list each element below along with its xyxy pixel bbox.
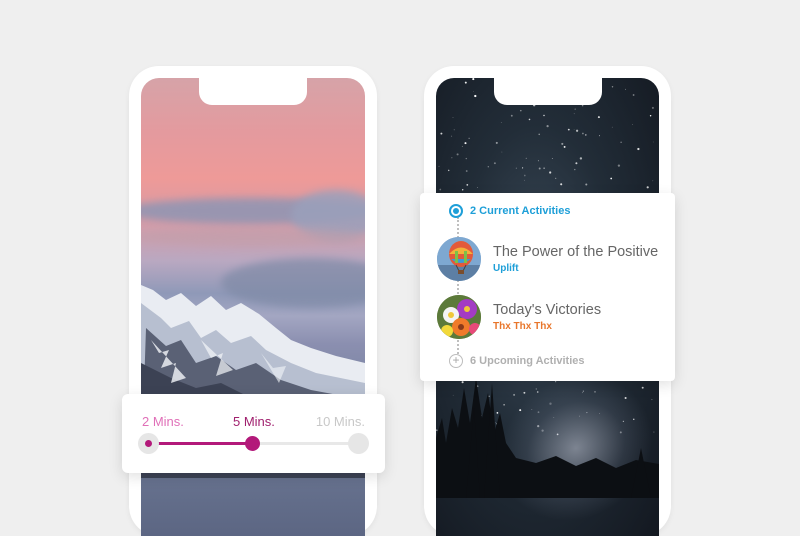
slider-knob[interactable] xyxy=(245,436,260,451)
activities-card: 2 Current Activities The Power of the Po… xyxy=(420,193,675,381)
current-activities-label: 2 Current Activities xyxy=(470,205,571,217)
flowers-thumbnail xyxy=(437,295,481,339)
slider-stop-end[interactable] xyxy=(348,433,369,454)
plus-circle-icon: + xyxy=(449,354,463,368)
activity-title: Today's Victories xyxy=(493,301,602,318)
duration-option-5[interactable]: 5 Mins. xyxy=(233,414,275,429)
activity-title: The Power of the Positive xyxy=(493,243,659,260)
slider-track-fill xyxy=(148,442,256,445)
activity-subtitle: Uplift xyxy=(493,262,519,274)
activity-subtitle: Thx Thx Thx xyxy=(493,320,552,332)
duration-option-2[interactable]: 2 Mins. xyxy=(142,414,184,429)
upcoming-activities-row[interactable]: + 6 Upcoming Activities xyxy=(449,354,585,368)
phone-notch xyxy=(199,78,307,105)
duration-slider[interactable]: 2 Mins. 5 Mins. 10 Mins. xyxy=(122,394,385,473)
current-activities-header[interactable]: 2 Current Activities xyxy=(449,204,570,218)
balloon-thumbnail xyxy=(437,237,481,281)
slider-stop-dot xyxy=(145,440,152,447)
duration-option-10[interactable]: 10 Mins. xyxy=(316,414,365,429)
upcoming-activities-label: 6 Upcoming Activities xyxy=(470,355,585,367)
activity-item[interactable]: The Power of the Positive Uplift xyxy=(437,237,658,281)
activity-item[interactable]: Today's Victories Thx Thx Thx xyxy=(437,295,601,339)
current-ring-icon xyxy=(449,204,463,218)
phone-notch xyxy=(493,78,602,105)
slider-stop-start[interactable] xyxy=(138,433,159,454)
